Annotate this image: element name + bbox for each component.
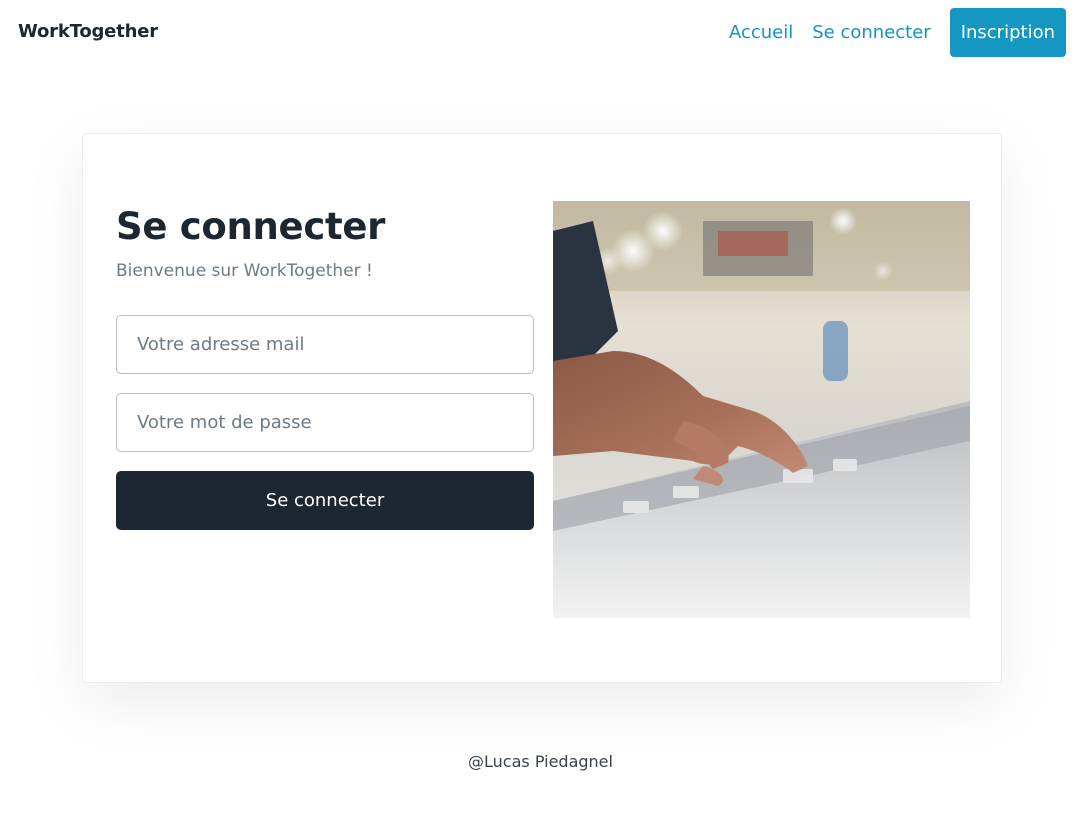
password-field[interactable] [116,393,534,452]
mixing-console-illustration [553,201,970,618]
login-card: Se connecter Bienvenue sur WorkTogether … [82,133,1002,683]
nav-link-se-connecter[interactable]: Se connecter [812,8,930,57]
page-subtitle: Bienvenue sur WorkTogether ! [116,261,373,281]
nav-link-accueil[interactable]: Accueil [729,8,793,57]
brand-logo[interactable]: WorkTogether [18,21,158,42]
footer-credit: @Lucas Piedagnel [468,752,613,771]
login-submit-button[interactable]: Se connecter [116,471,534,530]
email-field[interactable] [116,315,534,374]
navbar: WorkTogether Accueil Se connecter Inscri… [0,0,1081,66]
photo-mixing-console [553,201,970,618]
nav-links: Accueil Se connecter Inscription [729,8,1066,57]
inscription-button[interactable]: Inscription [949,8,1066,57]
page-title: Se connecter [116,205,386,248]
